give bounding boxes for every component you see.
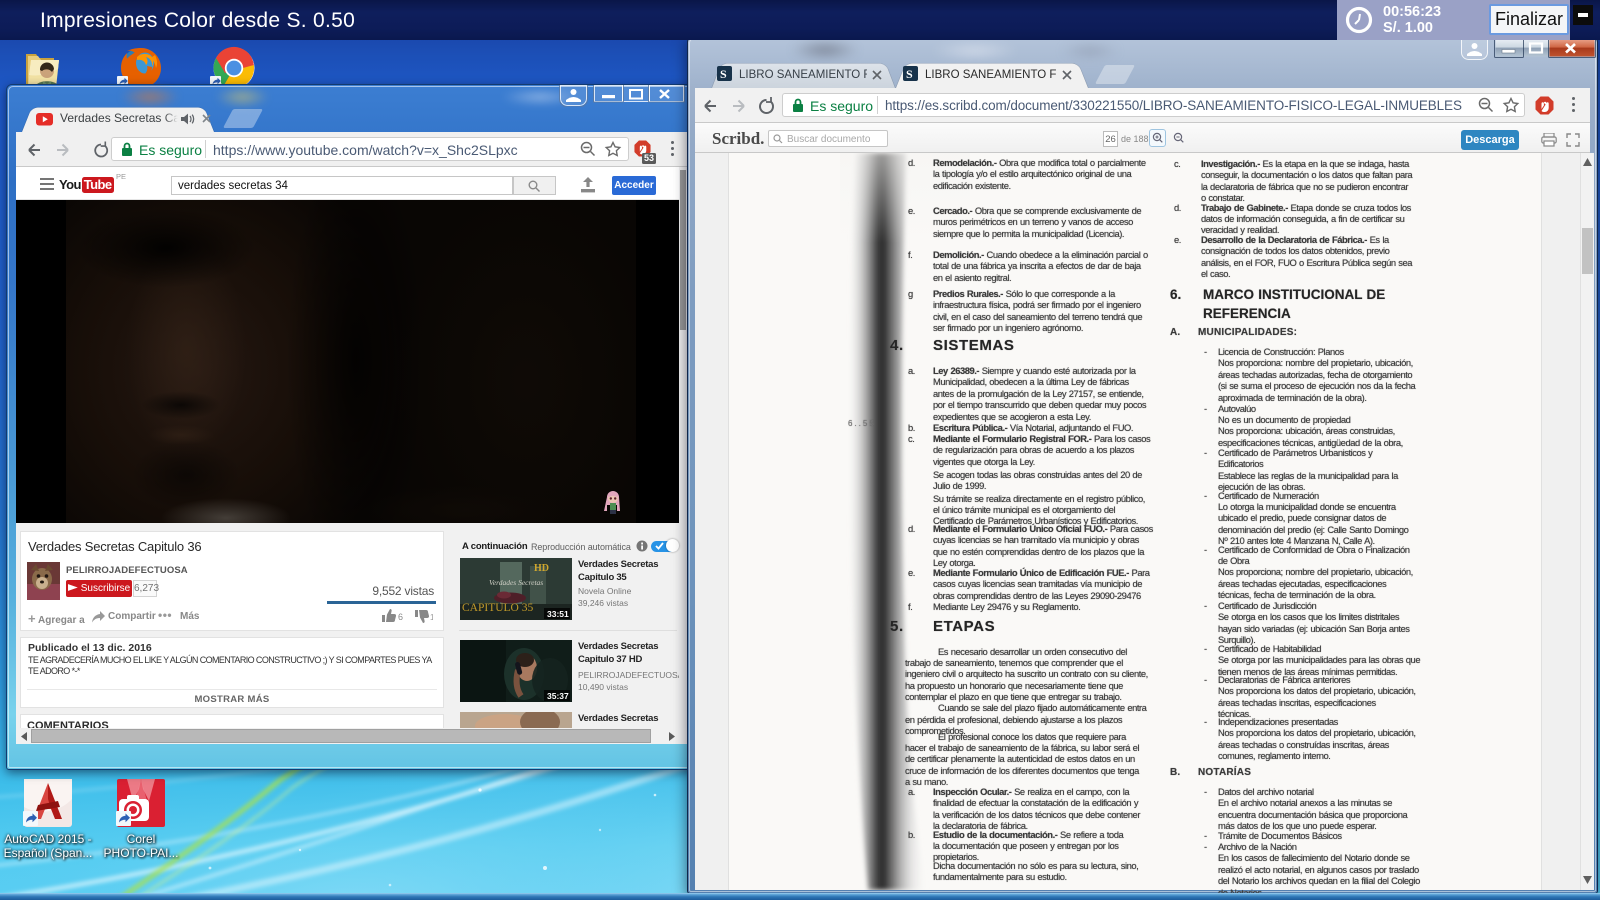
svg-text:CAPITULO 35: CAPITULO 35: [462, 602, 533, 614]
svg-text:HD: HD: [534, 563, 549, 574]
svg-text:35:37: 35:37: [547, 691, 569, 701]
svg-text:33:51: 33:51: [547, 609, 569, 619]
svg-text:6: 6: [398, 612, 403, 622]
svg-text:S: S: [906, 67, 913, 81]
svg-text:S: S: [720, 67, 727, 81]
svg-text:1: 1: [430, 613, 433, 622]
svg-text:Verdades Secretas: Verdades Secretas: [489, 578, 543, 587]
